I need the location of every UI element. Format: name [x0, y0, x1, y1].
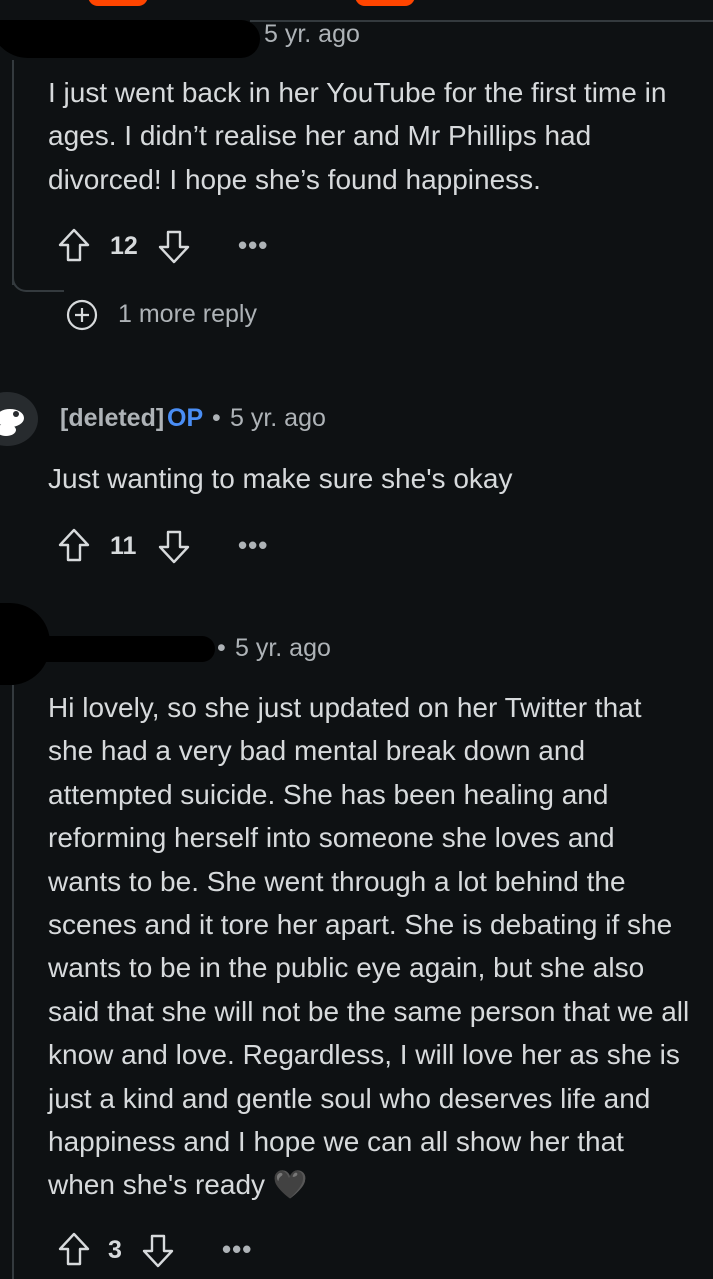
- comment-timestamp: 5 yr. ago: [230, 404, 326, 432]
- redacted-username: [0, 20, 260, 58]
- comment-timestamp: 5 yr. ago: [264, 20, 360, 48]
- comment-timestamp: 5 yr. ago: [235, 634, 331, 662]
- thread-line: [12, 685, 14, 1279]
- meta-separator: •: [217, 634, 226, 662]
- downvote-icon[interactable]: [158, 230, 190, 264]
- expand-replies-icon[interactable]: [66, 299, 98, 331]
- comment-body: Just wanting to make sure she's okay: [48, 463, 513, 494]
- upvote-icon[interactable]: [58, 1232, 90, 1266]
- more-options-icon[interactable]: •••: [222, 1234, 252, 1265]
- upvote-icon[interactable]: [58, 228, 90, 262]
- thread-connector: [12, 260, 64, 292]
- avatar: [0, 392, 38, 446]
- comment-author[interactable]: [deleted]: [60, 404, 164, 433]
- more-options-icon[interactable]: •••: [238, 230, 268, 261]
- black-heart-emoji: 🖤: [272, 1169, 308, 1201]
- op-badge: OP: [167, 404, 204, 432]
- downvote-icon[interactable]: [158, 530, 190, 564]
- vote-count: 12: [110, 232, 138, 260]
- more-replies-link[interactable]: 1 more reply: [118, 300, 257, 329]
- redacted-username: [20, 636, 215, 662]
- comment-text: Hi lovely, so she just updated on her Tw…: [48, 692, 690, 1201]
- thread-line: [12, 60, 14, 285]
- downvote-icon[interactable]: [142, 1234, 174, 1268]
- top-header-fragment-left: [88, 0, 148, 6]
- comment-body: I just went back in her YouTube for the …: [48, 77, 667, 195]
- upvote-icon[interactable]: [58, 528, 90, 562]
- vote-count: 3: [108, 1236, 122, 1264]
- vote-count: 11: [110, 532, 137, 560]
- more-options-icon[interactable]: •••: [238, 530, 268, 561]
- comment-body: Hi lovely, so she just updated on her Tw…: [48, 686, 693, 1207]
- meta-separator: •: [212, 404, 221, 432]
- top-header-fragment-right: [355, 0, 415, 6]
